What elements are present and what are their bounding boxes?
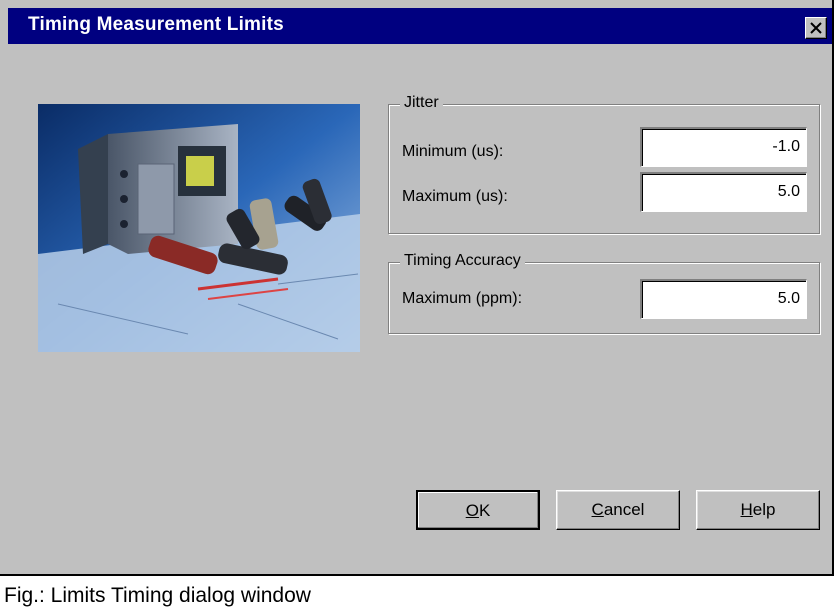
test-equipment-photo [38, 104, 360, 352]
cancel-label-rest: ancel [603, 500, 645, 519]
help-mnemonic: H [740, 500, 753, 519]
ok-button[interactable]: OK [416, 490, 540, 530]
cancel-mnemonic: C [591, 500, 604, 519]
dialog-window: Timing Measurement Limits Jitter Minimum… [0, 0, 834, 576]
cancel-button[interactable]: Cancel [556, 490, 680, 530]
timing-accuracy-maximum-label: Maximum (ppm): [402, 290, 523, 307]
jitter-minimum-label: Minimum (us): [402, 143, 504, 160]
close-button[interactable] [805, 17, 827, 39]
timing-accuracy-legend: Timing Accuracy [400, 252, 525, 270]
window-title: Timing Measurement Limits [28, 14, 284, 35]
jitter-maximum-field[interactable]: 5.0 [640, 172, 807, 212]
help-label-rest: elp [752, 500, 776, 519]
timing-accuracy-maximum-field[interactable]: 5.0 [640, 279, 807, 319]
title-bar: Timing Measurement Limits [0, 0, 832, 44]
jitter-legend: Jitter [400, 94, 443, 112]
close-icon [810, 22, 822, 34]
jitter-group [388, 104, 820, 234]
ok-mnemonic: O [465, 501, 479, 520]
jitter-maximum-label: Maximum (us): [402, 188, 508, 205]
help-button[interactable]: Help [696, 490, 820, 530]
figure-caption: Fig.: Limits Timing dialog window [4, 584, 311, 607]
jitter-minimum-field[interactable]: -1.0 [640, 127, 807, 167]
ok-label-rest: K [478, 501, 491, 520]
